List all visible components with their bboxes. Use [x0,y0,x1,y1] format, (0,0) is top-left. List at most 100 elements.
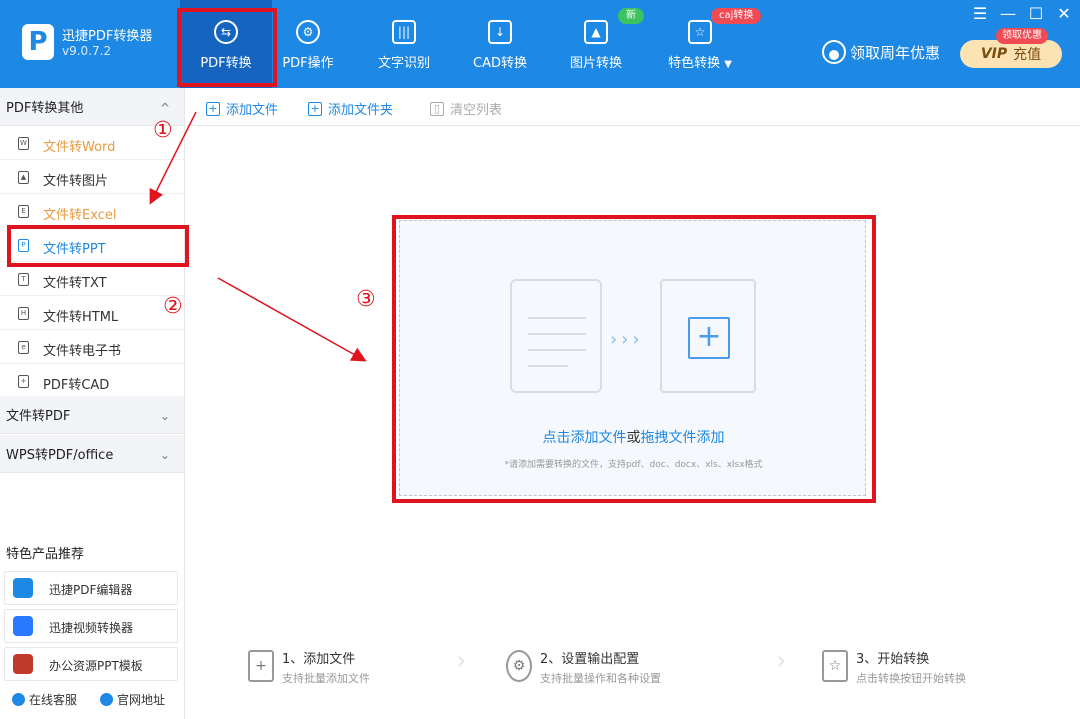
tab-pdf-convert[interactable]: ⇆ PDF转换 [180,0,272,88]
cad-icon: ↓ [488,20,512,44]
click-add-link[interactable]: 点击添加文件 [543,430,627,446]
star-swap-icon: ☆ [688,20,712,44]
trash-icon: ▯ [430,101,444,116]
sidebar-item-label: 文件转TXT [43,276,107,291]
tab-ocr[interactable]: ||| 文字识别 [358,0,450,88]
tab-label: PDF转换 [200,56,252,71]
sidebar-item-html[interactable]: H 文件转HTML [0,297,184,330]
ocr-icon: ||| [392,20,416,44]
step-separator: › [456,646,467,676]
annotation-number-1: ① [153,118,173,143]
minimize-icon[interactable]: — [998,4,1018,23]
vip-label: 充值 [1013,47,1042,63]
add-folder-icon: + [308,101,322,116]
app-version: v9.0.7.2 [62,44,112,58]
image-file-icon: ▲ [18,171,29,184]
video-converter-icon [13,616,33,636]
dropzone-hint: *请添加需要转换的文件，支持pdf、doc、docx、xls、xlsx格式 [504,460,763,470]
annotation-number-2: ② [163,294,183,319]
chevron-down-icon: ▼ [724,59,732,70]
app-window: P 迅捷PDF转换器 v9.0.7.2 ⇆ PDF转换 ⚙ PDF操作 ||| … [0,0,1080,719]
sidebar-item-cad[interactable]: + PDF转CAD [0,365,184,398]
recommend-title: 特色产品推荐 [6,547,85,562]
tab-label: CAD转换 [473,56,527,71]
sidebar-item-ppt[interactable]: P 文件转PPT [0,229,184,262]
sidebar-item-ebook[interactable]: e 文件转电子书 [0,331,184,364]
recommend-pdf-editor[interactable]: 迅捷PDF编辑器 [4,571,178,605]
sidebar-item-image[interactable]: ▲ 文件转图片 [0,161,184,194]
tab-label: 文字识别 [377,56,430,71]
add-folder-button[interactable]: + 添加文件夹 [308,99,393,118]
sidebar-item-txt[interactable]: T 文件转TXT [0,263,184,296]
sidebar-item-label: PDF转CAD [43,378,110,393]
gear-icon: ⚙ [506,650,532,682]
sidebar-group-to-pdf[interactable]: 文件转PDF ⌄ [0,396,184,434]
sidebar-item-excel[interactable]: E 文件转Excel [0,195,184,228]
sidebar-item-label: 文件转Word [43,140,116,155]
app-logo: P [22,24,54,60]
word-file-icon: W [18,137,29,150]
add-file-step-icon: + [248,650,274,682]
sidebar-item-label: 文件转PPT [43,242,106,257]
vip-tag: VIP [980,46,1008,62]
sidebar-item-label: 文件转图片 [43,174,109,189]
online-service-link[interactable]: 在线客服 [12,691,77,708]
promo-label: 领取周年优惠 [850,43,941,62]
maximize-icon[interactable]: ☐ [1026,4,1046,23]
ppt-template-icon [13,654,33,674]
annotation-arrow-2 [217,277,367,362]
tab-label: 图片转换 [569,56,622,71]
excel-file-icon: E [18,205,29,218]
sidebar-item-label: 文件转HTML [43,310,119,325]
file-drop-zone[interactable]: ››› + 点击添加文件或拖拽文件添加 *请添加需要转换的文件，支持pdf、do… [399,220,866,496]
annotation-number-3: ③ [356,287,376,312]
sidebar-group-wps[interactable]: WPS转PDF/office ⌄ [0,435,184,473]
recommend-video-converter[interactable]: 迅捷视频转换器 [4,609,178,643]
ebook-file-icon: e [18,341,29,354]
chevron-up-icon: ^ [159,101,170,115]
plus-icon: + [688,317,730,359]
service-icon [12,693,25,706]
cad-file-icon: + [18,375,29,388]
pdf-editor-icon [13,578,33,598]
vip-promo-badge: 领取优惠 [996,28,1048,44]
dropzone-instruction: 点击添加文件或拖拽文件添加 [542,430,725,446]
add-file-button[interactable]: + 添加文件 [206,99,278,118]
toolbar: + 添加文件 + 添加文件夹 ▯ 清空列表 [186,88,1080,126]
website-icon [100,693,113,706]
close-icon[interactable]: ✕ [1054,4,1074,23]
drag-add-link[interactable]: 拖拽文件添加 [641,430,725,446]
recommend-label: 迅捷PDF编辑器 [49,583,133,597]
user-icon [822,40,846,64]
txt-file-icon: T [18,273,29,286]
convert-star-icon: ☆ [822,650,848,682]
logo-letter: P [28,27,48,57]
add-file-icon: + [206,101,220,116]
arrows-icon: ››› [610,329,644,350]
tab-label: 特色转换 ▼ [668,56,732,71]
vip-recharge-button[interactable]: VIP 充值 [960,40,1062,68]
chevron-down-icon: ⌄ [159,448,170,462]
app-title: 迅捷PDF转换器 [62,29,153,44]
sidebar: PDF转换其他 ^ W 文件转Word ▲ 文件转图片 E 文件转Excel P… [0,88,185,719]
sidebar-item-label: 文件转Excel [43,208,117,223]
steps-bar: + 1、添加文件 支持批量添加文件 › ⚙ 2、设置输出配置 支持批量操作和各种… [186,636,1080,696]
website-link[interactable]: 官网地址 [100,691,165,708]
tab-label: PDF操作 [282,56,334,71]
document-icon [510,279,602,393]
clear-list-button[interactable]: ▯ 清空列表 [430,99,502,118]
recommend-ppt-template[interactable]: 办公资源PPT模板 [4,647,178,681]
new-badge: 新 [618,8,644,24]
chevron-down-icon: ⌄ [159,409,170,423]
caj-badge[interactable]: caj转换 [711,8,762,24]
recommend-label: 办公资源PPT模板 [49,659,143,673]
add-target-icon: + [660,279,756,393]
recommend-label: 迅捷视频转换器 [49,621,134,635]
tab-pdf-operate[interactable]: ⚙ PDF操作 [262,0,354,88]
html-file-icon: H [18,307,29,320]
tab-cad[interactable]: ↓ CAD转换 [454,0,546,88]
menu-icon[interactable]: ☰ [970,4,990,23]
sidebar-item-label: 文件转电子书 [43,344,122,359]
step-separator: › [776,646,787,676]
anniversary-promo[interactable]: 领取周年优惠 [822,40,940,64]
